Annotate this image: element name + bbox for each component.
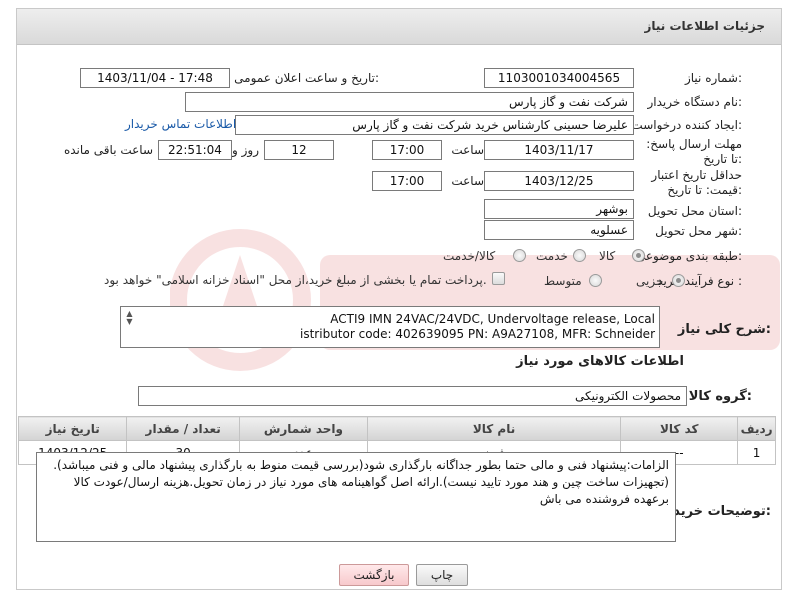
buyer-org-field: شرکت نفت و گاز پارس <box>185 92 634 112</box>
cell-row: 1 <box>737 440 776 465</box>
purchase-radio-minor[interactable] <box>672 274 685 287</box>
treasury-payment-checkbox[interactable] <box>492 272 505 285</box>
need-number-field: 1103001034004565 <box>484 68 634 88</box>
purchase-radio-medium[interactable] <box>589 274 602 287</box>
buyer-contact-link[interactable]: اطلاعات تماس خریدار <box>125 117 236 131</box>
col-date: تاریخ نیاز <box>17 416 128 441</box>
category-radio-goods-service[interactable] <box>513 249 526 262</box>
treasury-payment-note: پرداخت تمام یا بخشی از مبلغ خرید،از محل … <box>104 273 487 287</box>
col-code: کد کالا <box>620 416 739 441</box>
description-scroll-icon[interactable]: ▲ ▼ <box>124 310 135 344</box>
buyer-org-label: نام دستگاه خریدار: <box>647 95 743 109</box>
remaining-time-field: 22:51:04 <box>158 140 232 160</box>
deadline-time-field: 17:00 <box>372 140 442 160</box>
province-label: استان محل تحویل: <box>647 204 742 218</box>
days-remaining-field: 12 <box>264 140 334 160</box>
goods-group-label: گروه کالا: <box>688 389 752 404</box>
remaining-time-label: ساعت باقی مانده <box>63 143 153 157</box>
description-textarea[interactable]: ▲ ▼ ACTI9 IMN 24VAC/24VDC, Undervoltage r… <box>120 306 660 348</box>
deadline-time-label: ساعت <box>451 143 484 157</box>
category-option-goods-service: کالا/خدمت <box>443 249 496 263</box>
back-button[interactable]: بازگشت <box>339 564 409 586</box>
panel-title: جزئیات اطلاعات نیاز <box>644 19 765 33</box>
creator-field: علیرضا حسینی کارشناس خرید شرکت نفت و گاز… <box>235 115 634 135</box>
announce-date-field: 1403/11/04 - 17:48 <box>80 68 230 88</box>
purchase-type-label: نوع فرآیند خرید : <box>657 274 742 288</box>
col-qty: تعداد / مقدار <box>126 416 240 441</box>
deadline-date-field: 1403/11/17 <box>484 140 634 160</box>
price-validity-time-field: 17:00 <box>372 171 442 191</box>
purchase-option-minor: جزیی <box>636 274 664 288</box>
price-validity-time-label: ساعت <box>451 174 484 188</box>
col-unit: واحد شمارش <box>239 416 368 441</box>
announce-date-label: تاریخ و ساعت اعلان عمومی: <box>234 71 379 85</box>
buyer-notes-field: الزامات:پیشنهاد فنی و مالی حتما بطور جدا… <box>36 452 676 542</box>
panel-header: جزئیات اطلاعات نیاز <box>17 9 781 45</box>
category-radio-service[interactable] <box>573 249 586 262</box>
city-label: شهر محل تحویل: <box>655 224 742 238</box>
price-validity-label: حداقل تاریخ اعتبار قیمت: تا تاریخ: <box>651 168 742 197</box>
purchase-option-medium: متوسط <box>544 274 582 288</box>
creator-label: ایجاد کننده درخواست: <box>631 118 742 132</box>
category-option-goods: کالا <box>599 249 616 263</box>
goods-section-title: اطلاعات کالاهای مورد نیاز <box>516 354 684 369</box>
description-label: شرح کلی نیاز: <box>677 322 771 337</box>
buyer-notes-label: توضیحات خریدار: <box>661 504 771 519</box>
deadline-label: مهلت ارسال پاسخ: تا تاریخ: <box>646 137 742 166</box>
category-option-service: خدمت <box>536 249 568 263</box>
description-line-1: ACTI9 IMN 24VAC/24VDC, Undervoltage rele… <box>330 312 655 326</box>
category-radio-goods[interactable] <box>632 249 645 262</box>
category-label: طبقه بندی موضوعی: <box>635 249 742 263</box>
price-validity-date-field: 1403/12/25 <box>484 171 634 191</box>
province-field: بوشهر <box>484 199 634 219</box>
goods-table-header: ردیف کد کالا نام کالا واحد شمارش تعداد /… <box>17 416 776 441</box>
need-number-label: شماره نیاز: <box>684 71 742 85</box>
col-name: نام کالا <box>366 416 622 441</box>
goods-group-field: محصولات الکترونیکی <box>138 386 687 406</box>
city-field: عسلویه <box>484 220 634 240</box>
days-label: روز و <box>232 143 259 157</box>
col-row: ردیف <box>737 416 776 441</box>
description-line-2: istributor code: 402639095 PN: A9A27108,… <box>300 327 655 341</box>
print-button[interactable]: چاپ <box>416 564 468 586</box>
